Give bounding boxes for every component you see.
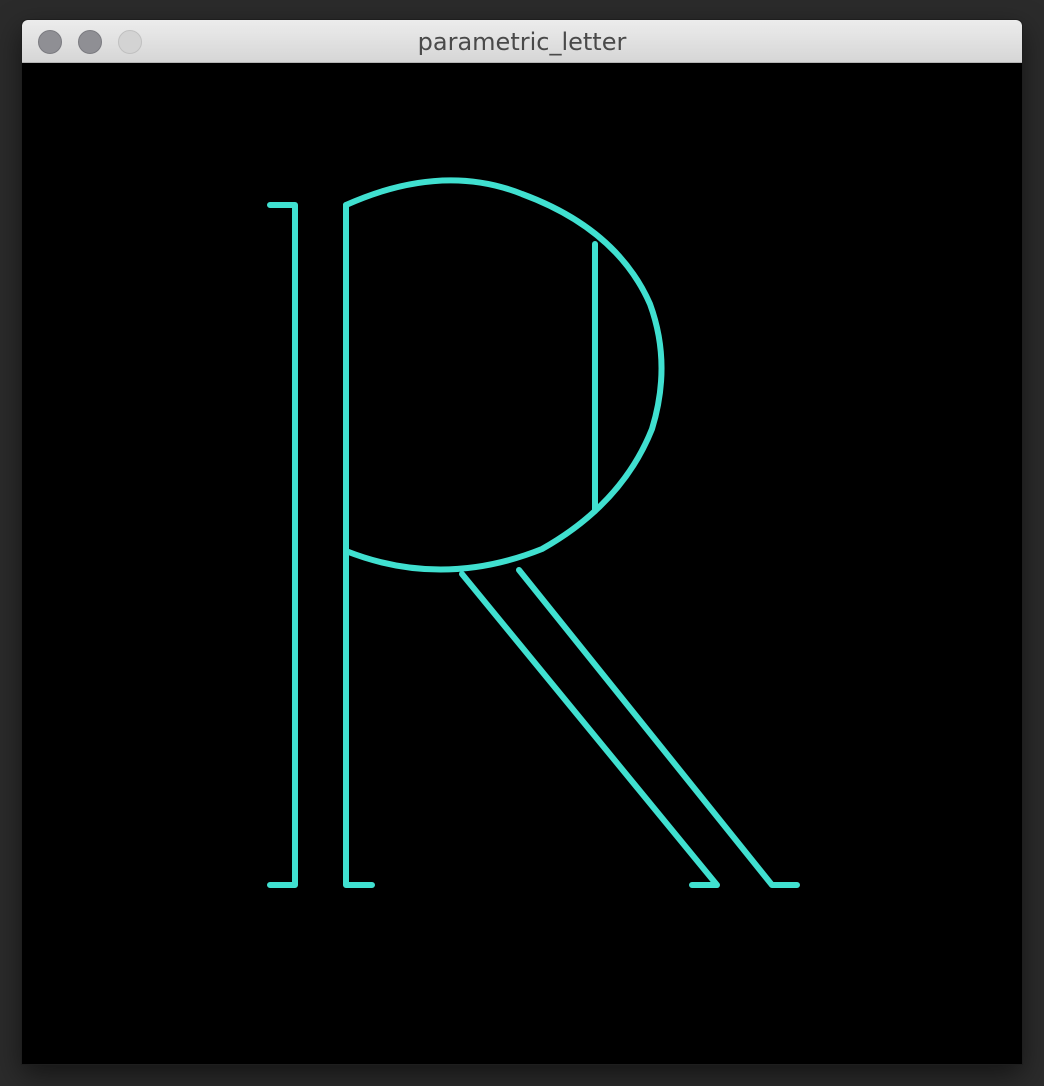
letter-r-strokes — [267, 177, 800, 888]
letter-r-drawing — [267, 177, 800, 888]
left-serif-stem — [267, 202, 298, 888]
leg-outer-stroke — [516, 567, 800, 888]
title-bar[interactable]: parametric_letter — [22, 20, 1022, 63]
main-stem — [343, 202, 375, 888]
bowl-curve — [343, 177, 665, 573]
leg-inner-stroke — [459, 571, 720, 888]
app-window: parametric_letter — [22, 20, 1022, 1064]
window-title: parametric_letter — [417, 28, 627, 56]
sketch-canvas[interactable] — [22, 64, 1022, 1064]
